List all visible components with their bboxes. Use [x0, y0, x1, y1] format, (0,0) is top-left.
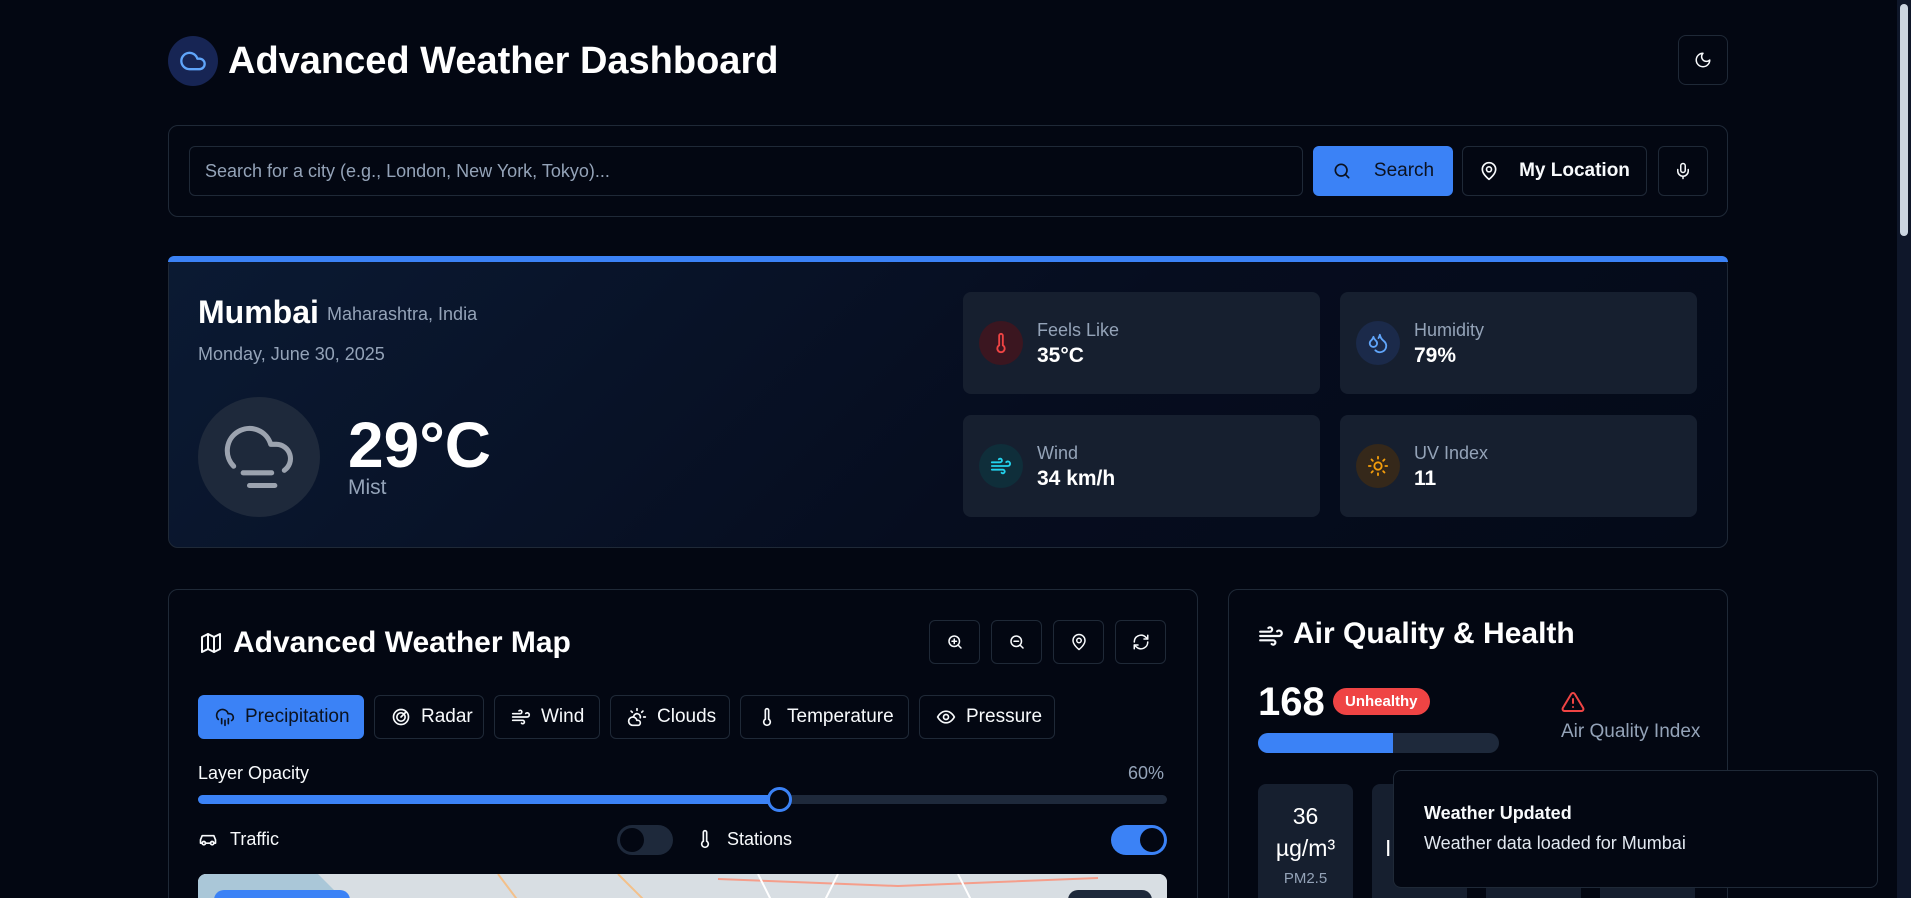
traffic-toggle-label: Traffic	[198, 828, 279, 850]
aqi-label: Air Quality Index	[1561, 721, 1701, 742]
wind-icon	[511, 707, 531, 727]
region-name: Maharashtra, India	[327, 304, 478, 324]
pm25-value-block: 36 µg/m³	[1258, 800, 1353, 864]
zoom-out-button[interactable]	[991, 620, 1042, 664]
map-pin-icon	[1479, 161, 1499, 181]
moon-icon	[1694, 51, 1712, 69]
stations-toggle[interactable]	[1111, 825, 1167, 855]
zoom-in-icon	[946, 633, 964, 651]
layer-wind-button[interactable]: Wind	[494, 695, 600, 739]
droplets-icon	[1356, 321, 1400, 365]
layer-radar-button[interactable]: Radar	[374, 695, 484, 739]
alert-triangle-icon	[1561, 690, 1585, 714]
eye-icon	[936, 707, 956, 727]
thermometer-icon	[757, 707, 777, 727]
zoom-in-button[interactable]	[929, 620, 980, 664]
aqi-bar	[1258, 733, 1499, 753]
wind-tile: Wind 34 km/h	[963, 415, 1320, 517]
uv-index-tile: UV Index 11	[1340, 415, 1697, 517]
stat-value: 79%	[1414, 344, 1457, 367]
stat-label: Humidity	[1414, 320, 1485, 340]
my-location-button[interactable]: My Location	[1462, 146, 1647, 196]
stat-value: 35°C	[1037, 344, 1084, 367]
layer-label: Pressure	[966, 706, 1043, 727]
stations-label: Stations	[727, 829, 793, 849]
opacity-slider-thumb[interactable]	[767, 787, 792, 812]
car-icon	[198, 829, 218, 849]
weather-map-view[interactable]	[198, 874, 1167, 898]
air-quality-title: Air Quality & Health	[1293, 617, 1575, 650]
theme-toggle-button[interactable]	[1678, 35, 1728, 85]
search-button-label: Search	[1373, 160, 1435, 181]
cloud-icon	[179, 47, 207, 75]
card-accent-bar	[168, 256, 1728, 262]
stat-label: Feels Like	[1037, 320, 1120, 340]
layer-pressure-button[interactable]: Pressure	[919, 695, 1055, 739]
aqi-status-badge: Unhealthy	[1333, 688, 1430, 715]
map-title: Advanced Weather Map	[233, 626, 571, 659]
scrollbar-thumb[interactable]	[1900, 4, 1908, 236]
layer-clouds-button[interactable]: Clouds	[610, 695, 730, 739]
stations-toggle-label: Stations	[695, 828, 792, 850]
toast-message: Weather data loaded for Mumbai	[1424, 833, 1686, 853]
search-button[interactable]: Search	[1313, 146, 1453, 196]
layer-temperature-button[interactable]: Temperature	[740, 695, 909, 739]
pm25-unit: µg/m³	[1275, 835, 1336, 861]
layer-opacity-label: Layer Opacity	[198, 763, 310, 783]
map-pin-icon	[1070, 633, 1088, 651]
layer-label: Clouds	[657, 706, 717, 727]
app-logo	[168, 36, 218, 86]
aqi-value: 168	[1258, 680, 1325, 724]
map-icon	[199, 631, 223, 655]
cloud-rain-icon	[215, 707, 235, 727]
city-name: Mumbai	[198, 294, 319, 330]
sun-icon	[1356, 444, 1400, 488]
pm25-value: 36	[1292, 803, 1319, 829]
refresh-icon	[1132, 633, 1150, 651]
feels-like-tile: Feels Like 35°C	[963, 292, 1320, 394]
toggle-knob	[1140, 828, 1164, 852]
layer-label: Wind	[541, 706, 585, 727]
stat-label: UV Index	[1414, 443, 1489, 463]
mist-cloud-icon	[221, 419, 297, 495]
traffic-label: Traffic	[230, 829, 280, 849]
condition-icon-badge	[198, 397, 320, 517]
current-date: Monday, June 30, 2025	[198, 344, 385, 364]
radar-icon	[391, 707, 411, 727]
center-location-button[interactable]	[1053, 620, 1104, 664]
map-tiles	[198, 874, 1167, 898]
toggle-knob	[620, 828, 644, 852]
refresh-map-button[interactable]	[1115, 620, 1166, 664]
wind-icon	[979, 444, 1023, 488]
cloud-sun-icon	[627, 707, 647, 727]
pm25-tile: 36 µg/m³ PM2.5	[1258, 784, 1353, 898]
aqi-bar-fill	[1258, 733, 1393, 753]
humidity-tile: Humidity 79%	[1340, 292, 1697, 394]
zoom-out-icon	[1008, 633, 1026, 651]
search-icon	[1332, 161, 1352, 181]
voice-search-button[interactable]	[1658, 146, 1708, 196]
page-title: Advanced Weather Dashboard	[228, 40, 779, 82]
thermometer-icon	[695, 829, 715, 849]
condition-text: Mist	[348, 476, 387, 499]
toast-notification[interactable]	[1393, 770, 1878, 888]
pm25-label: PM2.5	[1283, 870, 1328, 887]
layer-precipitation-button[interactable]: Precipitation	[198, 695, 364, 739]
layer-label: Radar	[421, 706, 473, 727]
search-input[interactable]	[189, 146, 1303, 196]
my-location-label: My Location	[1519, 160, 1630, 181]
layer-label: Temperature	[787, 706, 894, 727]
stat-label: Wind	[1037, 443, 1079, 463]
traffic-toggle[interactable]	[617, 825, 673, 855]
microphone-icon	[1674, 162, 1692, 180]
layer-label: Precipitation	[245, 706, 350, 727]
wind-icon	[1258, 623, 1284, 649]
stat-value: 34 km/h	[1037, 467, 1116, 490]
toast-title: Weather Updated	[1424, 803, 1572, 823]
stat-value: 11	[1414, 467, 1437, 490]
opacity-slider-fill	[198, 795, 779, 804]
thermometer-icon	[979, 321, 1023, 365]
current-temperature: 29°C	[348, 409, 491, 481]
layer-opacity-value: 60%	[1128, 763, 1165, 783]
